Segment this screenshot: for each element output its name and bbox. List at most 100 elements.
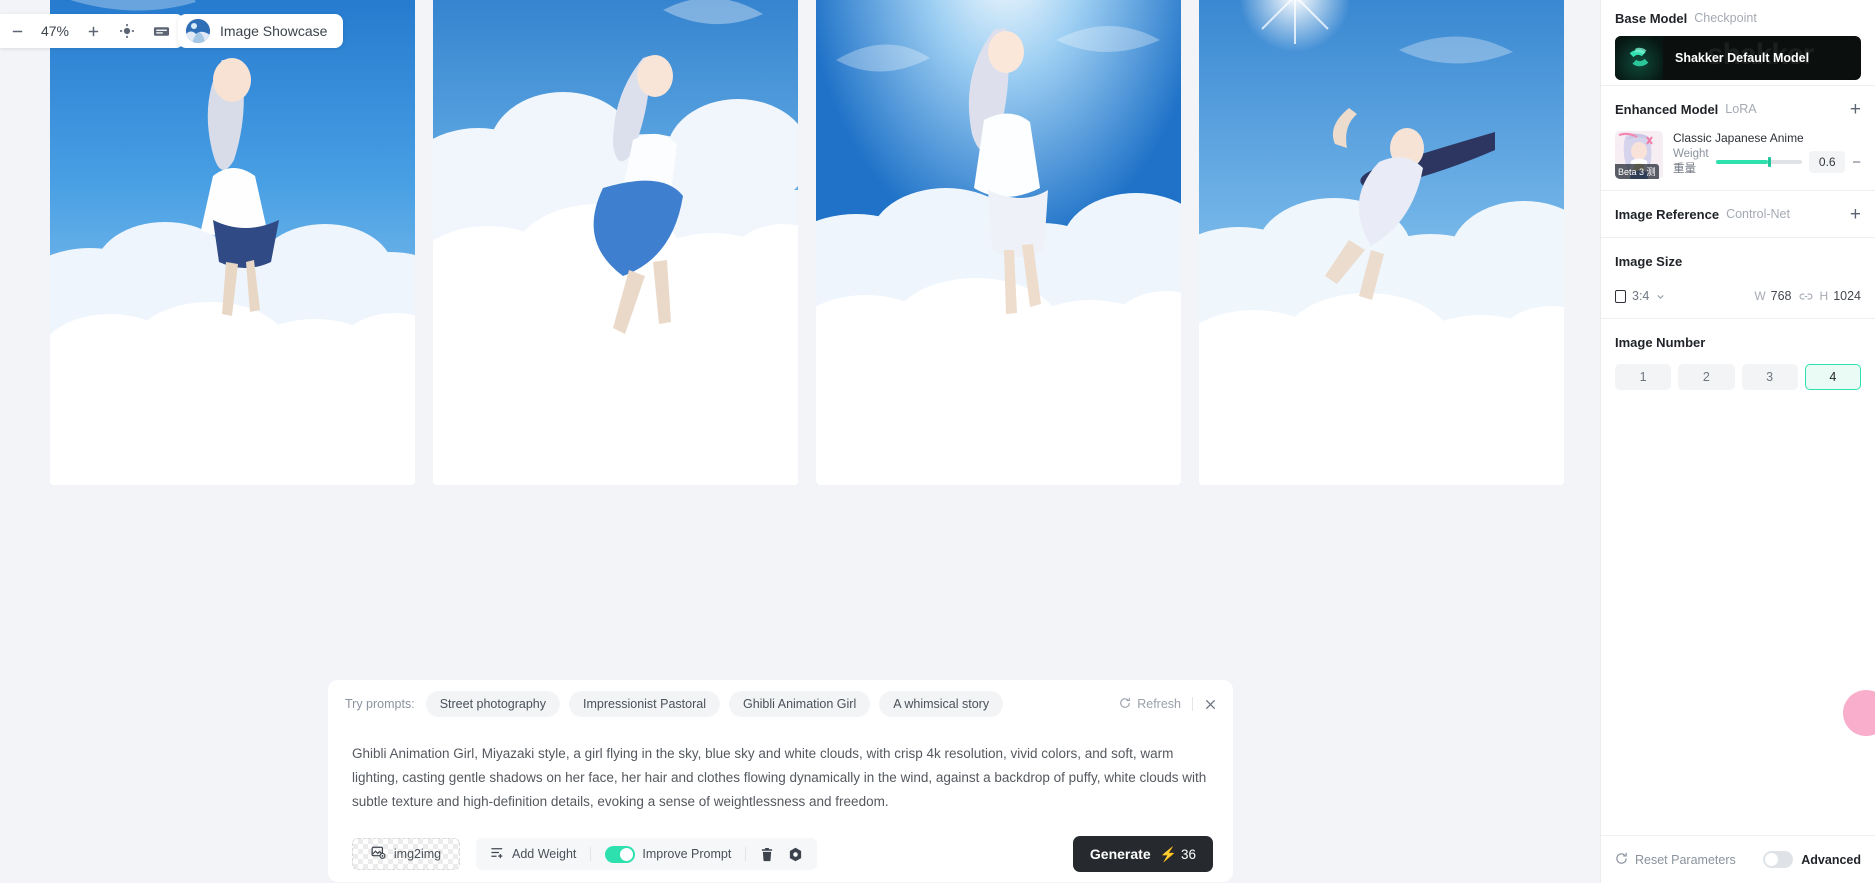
image-number-header: Image Number xyxy=(1615,324,1861,360)
prompt-chip-whimsical-story[interactable]: A whimsical story xyxy=(879,691,1004,717)
add-control-net-button[interactable]: + xyxy=(1850,205,1861,224)
img2img-label: img2img xyxy=(393,847,442,861)
reset-parameters-button[interactable]: Reset Parameters xyxy=(1615,852,1736,868)
divider xyxy=(1601,237,1875,238)
trash-icon[interactable] xyxy=(760,847,774,862)
add-weight-label: Add Weight xyxy=(512,847,577,861)
zoom-percent[interactable]: 47% xyxy=(40,23,70,39)
height-value[interactable]: 1024 xyxy=(1833,289,1861,303)
generate-button[interactable]: Generate ⚡ 36 xyxy=(1073,836,1213,872)
showcase-avatar xyxy=(186,19,210,43)
lora-weight-label: Weight 重量 xyxy=(1673,147,1709,177)
remove-lora-icon[interactable]: − xyxy=(1852,154,1861,171)
generated-image-2[interactable] xyxy=(433,0,798,485)
image-size-section: Image Size 3:4 W 768 H 1024 xyxy=(1601,243,1875,313)
image-reference-title: Image Reference xyxy=(1615,206,1720,222)
divider xyxy=(745,847,747,861)
image-grid xyxy=(50,0,1564,485)
base-model-title: Base Model xyxy=(1615,10,1688,26)
sidebar-footer: Reset Parameters Advanced xyxy=(1601,835,1875,883)
image-number-option-3[interactable]: 3 xyxy=(1741,364,1798,390)
enhanced-model-subtitle: LoRA xyxy=(1725,102,1757,116)
refresh-label: Refresh xyxy=(1137,697,1181,711)
image-number-option-1[interactable]: 1 xyxy=(1615,364,1672,390)
enhanced-model-header: Enhanced Model LoRA + xyxy=(1615,91,1861,127)
try-prompts-actions: Refresh xyxy=(1119,697,1221,712)
prompt-tools: Add Weight Improve Prompt xyxy=(476,838,818,870)
try-prompts-row: Try prompts: Street photography Impressi… xyxy=(328,680,1233,728)
chevron-down-icon xyxy=(1655,291,1666,302)
improve-prompt-toggle[interactable] xyxy=(605,845,636,863)
base-model-subtitle: Checkpoint xyxy=(1694,11,1757,25)
generated-image-4[interactable] xyxy=(1199,0,1564,485)
close-icon[interactable] xyxy=(1204,698,1217,711)
generated-image-1[interactable] xyxy=(50,0,415,485)
lora-weight-row: Weight 重量 0.6 − xyxy=(1673,147,1861,177)
divider xyxy=(1601,318,1875,319)
enhanced-model-section: Enhanced Model LoRA + Beta 3 测 Classic J… xyxy=(1601,91,1875,185)
lora-name: Classic Japanese Anime xyxy=(1673,131,1804,145)
add-weight-icon xyxy=(490,845,505,863)
advanced-toggle-group[interactable]: Advanced xyxy=(1763,851,1861,868)
prompt-toolbar: img2img Add Weight Improve Prompt Genera… xyxy=(328,826,1233,882)
width-value[interactable]: 768 xyxy=(1771,289,1792,303)
prompt-input-box[interactable]: Ghibli Animation Girl, Miyazaki style, a… xyxy=(328,728,1233,882)
prompt-chip-impressionist-pastoral[interactable]: Impressionist Pastoral xyxy=(569,691,720,717)
divider xyxy=(1192,697,1193,711)
generate-label: Generate xyxy=(1089,846,1151,862)
image-number-options: 1 2 3 4 xyxy=(1615,360,1861,398)
img2img-upload-button[interactable]: img2img xyxy=(352,838,460,870)
prompt-panel: Try prompts: Street photography Impressi… xyxy=(328,680,1233,882)
image-showcase-label: Image Showcase xyxy=(220,23,328,39)
zoom-in-icon[interactable] xyxy=(82,20,104,42)
base-model-header: Base Model Checkpoint xyxy=(1615,0,1861,36)
image-number-section: Image Number 1 2 3 4 xyxy=(1601,324,1875,398)
lora-weight-label-en: Weight xyxy=(1673,148,1709,160)
prompt-chip-ghibli-animation-girl[interactable]: Ghibli Animation Girl xyxy=(728,691,871,717)
image-number-title: Image Number xyxy=(1615,334,1706,350)
improve-prompt-label: Improve Prompt xyxy=(642,847,732,861)
add-weight-button[interactable]: Add Weight xyxy=(490,845,576,863)
zoom-out-icon[interactable] xyxy=(6,20,28,42)
lora-weight-value[interactable]: 0.6 xyxy=(1809,151,1846,173)
parameters-sidebar: Base Model Checkpoint shakker Shakker De… xyxy=(1600,0,1875,883)
prompt-text[interactable]: Ghibli Animation Girl, Miyazaki style, a… xyxy=(352,742,1209,814)
base-model-card[interactable]: shakker Shakker Default Model xyxy=(1615,36,1861,80)
refresh-icon xyxy=(1119,697,1131,712)
aspect-ratio-icon xyxy=(1615,289,1626,303)
slider-handle[interactable] xyxy=(1767,157,1771,167)
frame-icon[interactable] xyxy=(150,20,172,42)
image-number-option-2[interactable]: 2 xyxy=(1678,364,1735,390)
improve-prompt-toggle-group[interactable]: Improve Prompt xyxy=(605,845,732,863)
divider xyxy=(1601,190,1875,191)
width-height-group: W 768 H 1024 xyxy=(1754,289,1861,303)
shakker-logo-icon xyxy=(1615,36,1663,80)
image-size-title: Image Size xyxy=(1615,253,1683,269)
target-icon[interactable] xyxy=(116,20,138,42)
aspect-ratio-select[interactable]: 3:4 xyxy=(1615,289,1666,303)
refresh-prompts-button[interactable]: Refresh xyxy=(1119,697,1181,712)
image-reference-section: Image Reference Control-Net + xyxy=(1601,196,1875,232)
lora-thumbnail[interactable]: Beta 3 测 xyxy=(1615,131,1663,179)
generate-credit-count: 36 xyxy=(1181,846,1197,862)
settings-icon[interactable] xyxy=(788,847,803,862)
add-lora-button[interactable]: + xyxy=(1850,100,1861,119)
app-root: 47% Image Showcase Try prompts: Street p… xyxy=(0,0,1875,883)
base-model-section: Base Model Checkpoint shakker Shakker De… xyxy=(1601,0,1875,80)
divider xyxy=(590,847,592,861)
base-model-name: Shakker Default Model xyxy=(1675,51,1810,65)
generated-image-3[interactable] xyxy=(816,0,1181,485)
advanced-toggle[interactable] xyxy=(1763,851,1794,868)
reset-parameters-label: Reset Parameters xyxy=(1635,852,1736,867)
advanced-label: Advanced xyxy=(1801,852,1861,867)
prompt-chip-street-photography[interactable]: Street photography xyxy=(425,691,561,717)
image-number-option-4[interactable]: 4 xyxy=(1804,364,1861,390)
reset-icon xyxy=(1615,852,1628,868)
lora-item[interactable]: Beta 3 测 Classic Japanese Anime Weight 重… xyxy=(1615,127,1861,185)
slider-fill xyxy=(1715,160,1768,164)
image-showcase-tab[interactable]: Image Showcase xyxy=(178,14,344,48)
link-icon[interactable] xyxy=(1799,291,1813,302)
zoom-toolbar: 47% xyxy=(0,14,184,48)
lora-weight-slider[interactable] xyxy=(1715,157,1803,167)
enhanced-model-title: Enhanced Model xyxy=(1615,101,1719,117)
